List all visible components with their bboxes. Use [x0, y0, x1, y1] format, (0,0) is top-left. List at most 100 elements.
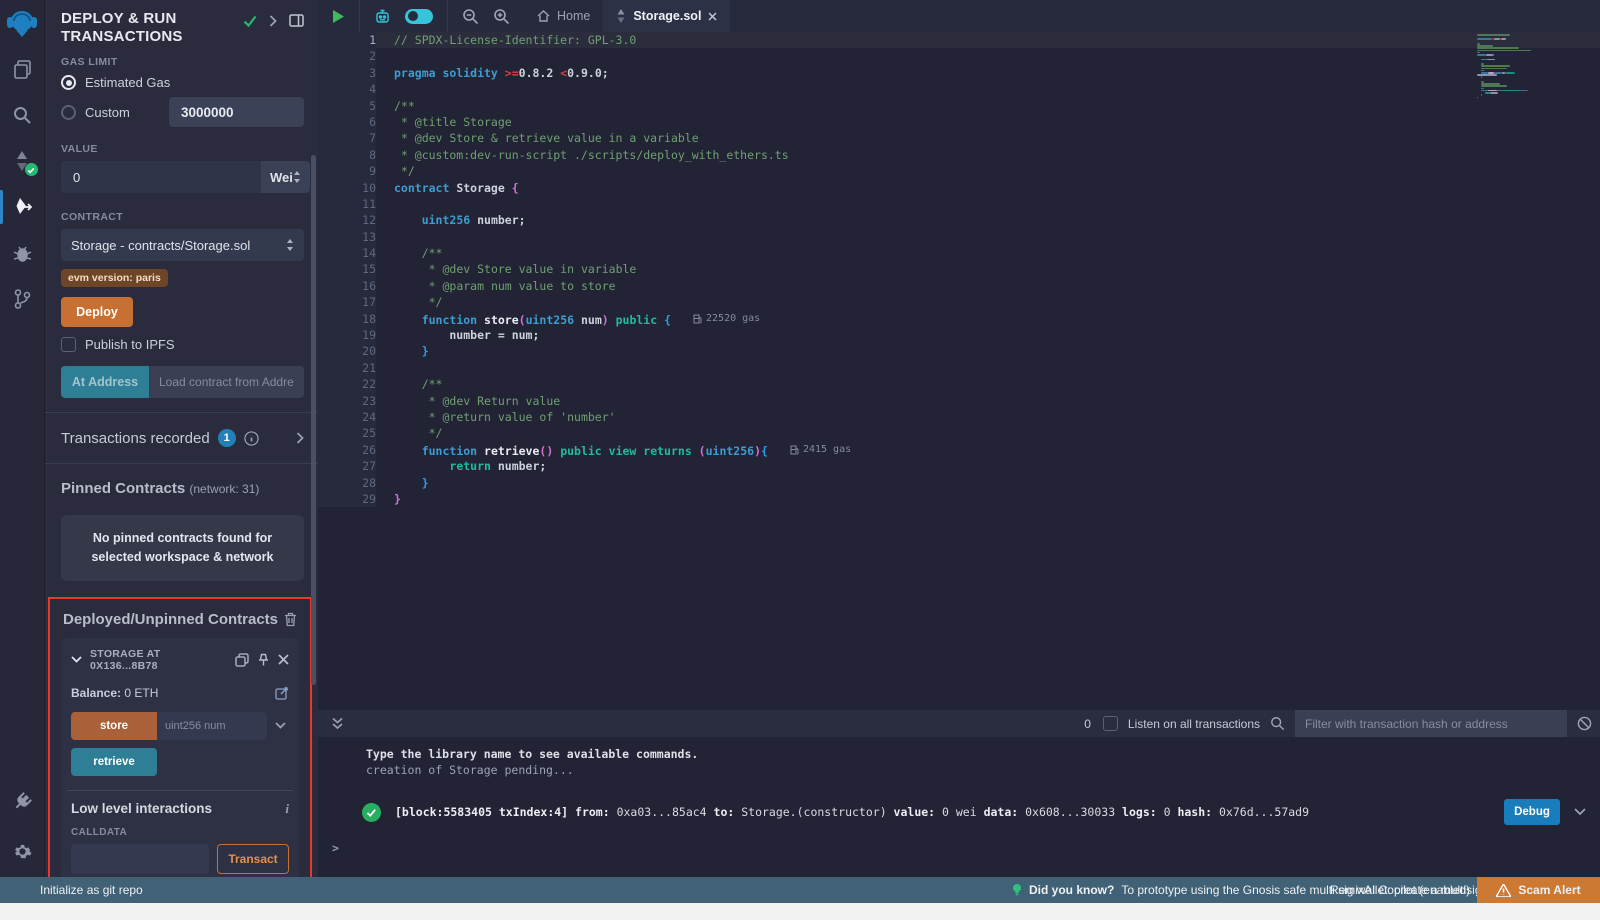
code-line[interactable]: 4: [318, 81, 1600, 97]
terminal-bar: 0 Listen on all transactions: [318, 710, 1600, 737]
code-line[interactable]: 20 }: [318, 343, 1600, 359]
chevron-right-icon[interactable]: [269, 15, 277, 27]
value-unit-select[interactable]: Wei: [261, 161, 310, 193]
code-line[interactable]: 23 * @dev Return value: [318, 393, 1600, 409]
tab-storage-sol[interactable]: Storage.sol: [603, 0, 730, 32]
minimap-line: [1477, 97, 1545, 99]
transaction-log-row[interactable]: [block:5583405 txIndex:4] from: 0xa03...…: [362, 799, 1586, 825]
code-line[interactable]: 5/**: [318, 98, 1600, 114]
at-address-button[interactable]: At Address: [61, 366, 149, 398]
code-line[interactable]: 16 * @param num value to store: [318, 278, 1600, 294]
close-icon[interactable]: [278, 654, 289, 665]
line-content: uint256 number;: [376, 212, 526, 228]
code-line[interactable]: 1// SPDX-License-Identifier: GPL-3.0: [318, 32, 1600, 48]
remixai-copilot-status[interactable]: RemixAI Copilot (enabled): [1330, 883, 1470, 897]
run-script-icon[interactable]: [332, 9, 345, 24]
line-content: * @dev Store value in variable: [376, 261, 636, 277]
code-line[interactable]: 17 */: [318, 294, 1600, 310]
contract-select[interactable]: Storage - contracts/Storage.sol: [61, 229, 304, 261]
retrieve-function-button[interactable]: retrieve: [71, 748, 157, 776]
zoom-in-icon[interactable]: [493, 8, 510, 25]
chevron-down-icon[interactable]: [275, 722, 286, 729]
custom-gas-radio[interactable]: Custom: [61, 97, 304, 127]
store-function-button[interactable]: store: [71, 712, 157, 740]
transact-button[interactable]: Transact: [217, 844, 289, 874]
zoom-out-icon[interactable]: [462, 8, 479, 25]
ai-copilot-robot-icon[interactable]: [374, 8, 391, 25]
deploy-button[interactable]: Deploy: [61, 297, 133, 327]
edit-icon[interactable]: [275, 686, 289, 700]
terminal-prompt[interactable]: >: [318, 825, 1600, 855]
code-line[interactable]: 10contract Storage {: [318, 180, 1600, 196]
close-tab-icon[interactable]: [708, 12, 717, 21]
debug-button[interactable]: Debug: [1504, 799, 1560, 825]
settings-icon[interactable]: [0, 825, 45, 877]
custom-gas-input[interactable]: [169, 97, 304, 127]
code-line[interactable]: 22 /**: [318, 376, 1600, 392]
terminal-filter-input[interactable]: [1295, 710, 1567, 737]
expand-terminal-icon[interactable]: [332, 717, 343, 730]
code-line[interactable]: 21: [318, 360, 1600, 376]
publish-ipfs-checkbox[interactable]: [61, 337, 76, 352]
code-line[interactable]: 6 * @title Storage: [318, 114, 1600, 130]
code-line[interactable]: 14 /**: [318, 245, 1600, 261]
calldata-input[interactable]: [71, 844, 209, 874]
debugger-icon[interactable]: [0, 230, 45, 276]
code-line[interactable]: 25 */: [318, 425, 1600, 441]
code-line[interactable]: 2: [318, 48, 1600, 64]
trash-icon[interactable]: [284, 612, 297, 627]
remix-logo[interactable]: [0, 0, 45, 46]
code-line[interactable]: 8 * @custom:dev-run-script ./scripts/dep…: [318, 147, 1600, 163]
chevron-right-icon[interactable]: [296, 432, 304, 444]
contract-instance-label[interactable]: STORAGE AT 0X136...8B78: [90, 648, 227, 672]
code-line[interactable]: 3pragma solidity >=0.8.2 <0.9.0;: [318, 65, 1600, 81]
contract-label: CONTRACT: [61, 211, 304, 223]
publish-ipfs-row[interactable]: Publish to IPFS: [61, 337, 304, 352]
code-line[interactable]: 7 * @dev Store & retrieve value in a var…: [318, 130, 1600, 146]
listen-all-checkbox[interactable]: [1103, 716, 1118, 731]
code-line[interactable]: 28 }: [318, 475, 1600, 491]
line-content: number = num;: [376, 327, 539, 343]
code-line[interactable]: 27 return number;: [318, 458, 1600, 474]
code-line[interactable]: 18 function store(uint256 num) public {2…: [318, 311, 1600, 327]
transactions-recorded-row[interactable]: Transactions recorded 1: [61, 413, 304, 463]
code-line[interactable]: 12 uint256 number;: [318, 212, 1600, 228]
chevron-down-icon[interactable]: [1574, 808, 1586, 816]
pin-icon[interactable]: [257, 653, 270, 667]
ai-copilot-toggle[interactable]: [405, 9, 433, 24]
search-icon[interactable]: [0, 92, 45, 138]
git-icon[interactable]: [0, 276, 45, 322]
at-address-input[interactable]: [149, 366, 304, 398]
pinned-contracts-title: Pinned Contracts (network: 31): [61, 464, 304, 499]
clear-console-icon[interactable]: [1577, 716, 1592, 731]
code-line[interactable]: 19 number = num;: [318, 327, 1600, 343]
terminal[interactable]: Type the library name to see available c…: [318, 737, 1600, 877]
line-content: // SPDX-License-Identifier: GPL-3.0: [376, 32, 636, 48]
line-number: 10: [318, 180, 376, 196]
code-editor[interactable]: 1// SPDX-License-Identifier: GPL-3.023pr…: [318, 32, 1600, 710]
minimap[interactable]: [1477, 32, 1545, 99]
store-arg-input[interactable]: [157, 712, 267, 740]
panel-scrollbar[interactable]: [311, 155, 316, 685]
line-number: 13: [318, 229, 376, 245]
line-content: }: [376, 491, 401, 507]
code-line[interactable]: 11: [318, 196, 1600, 212]
deploy-run-icon[interactable]: [0, 184, 45, 230]
pin-panel-icon[interactable]: [289, 14, 304, 27]
scam-alert-button[interactable]: Scam Alert: [1477, 877, 1600, 903]
estimated-gas-radio[interactable]: Estimated Gas: [61, 75, 304, 90]
value-input[interactable]: [61, 161, 261, 193]
code-line[interactable]: 13: [318, 229, 1600, 245]
git-init-button[interactable]: Initialize as git repo: [0, 883, 143, 897]
code-line[interactable]: 24 * @return value of 'number': [318, 409, 1600, 425]
copy-icon[interactable]: [235, 653, 249, 667]
plugin-manager-icon[interactable]: [0, 779, 45, 825]
chevron-down-icon[interactable]: [71, 656, 82, 663]
solidity-compiler-icon[interactable]: [0, 138, 45, 184]
code-line[interactable]: 26 function retrieve() public view retur…: [318, 442, 1600, 458]
code-line[interactable]: 15 * @dev Store value in variable: [318, 261, 1600, 277]
code-line[interactable]: 29}: [318, 491, 1600, 507]
file-explorer-icon[interactable]: [0, 46, 45, 92]
code-line[interactable]: 9 */: [318, 163, 1600, 179]
tab-home[interactable]: Home: [524, 0, 603, 32]
